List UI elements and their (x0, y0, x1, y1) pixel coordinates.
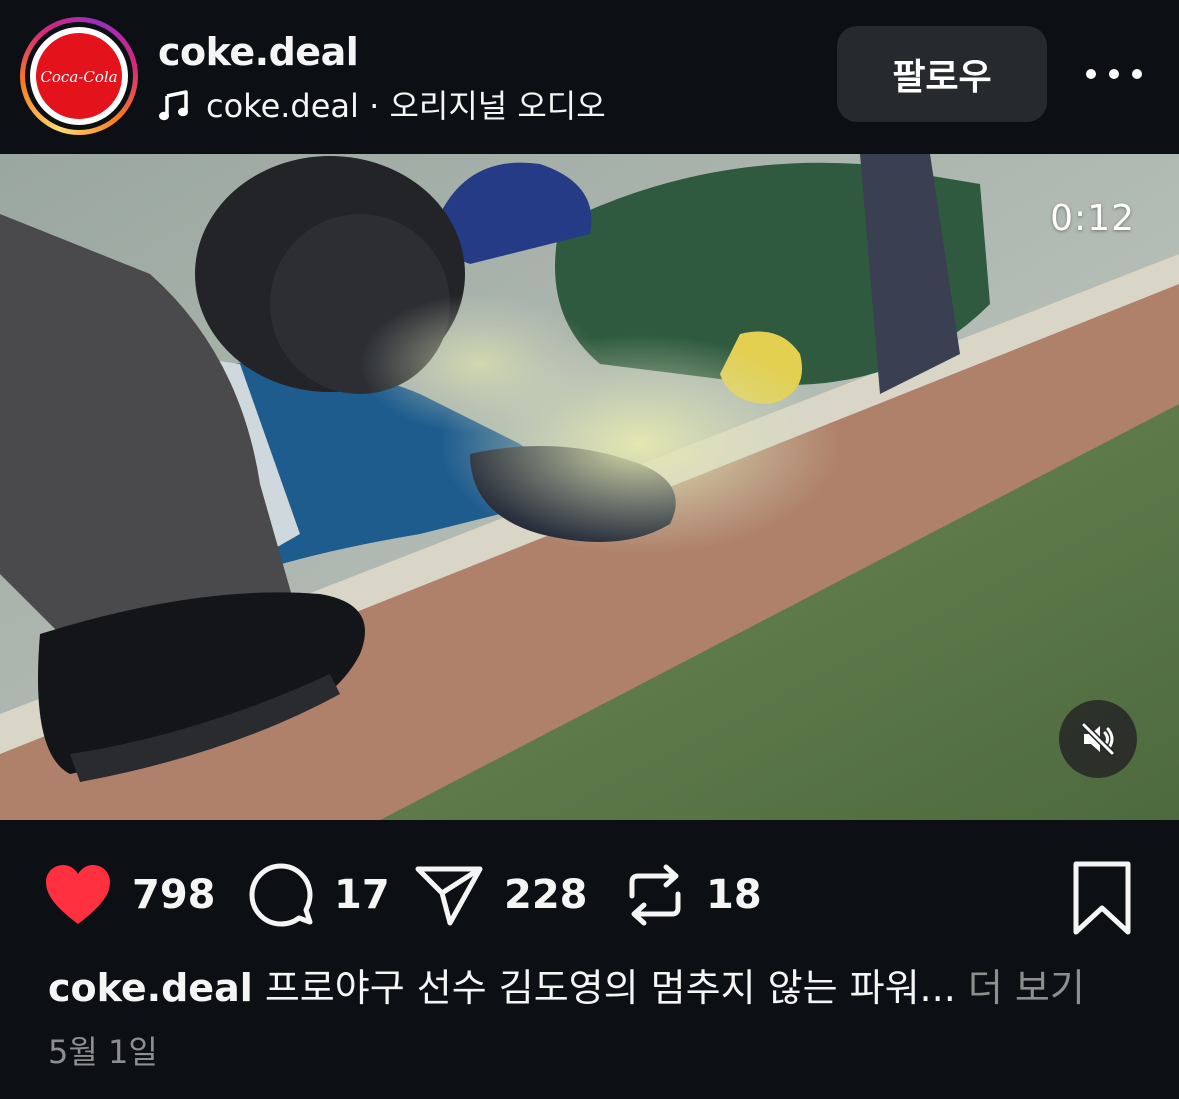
username[interactable]: coke.deal (158, 28, 359, 76)
follow-button[interactable]: 팔로우 (837, 26, 1047, 122)
more-options-icon[interactable] (1080, 50, 1148, 98)
speaker-muted-icon (1081, 722, 1115, 756)
coca-cola-logo: Coca-Cola (36, 33, 122, 119)
music-note-icon (159, 90, 188, 121)
send-icon[interactable] (414, 863, 484, 927)
comment-bubble-icon[interactable] (248, 862, 314, 928)
audio-label: coke.deal · 오리지널 오디오 (206, 87, 606, 125)
audio-link[interactable]: coke.deal · 오리지널 오디오 (158, 84, 606, 128)
caption-username[interactable]: coke.deal (48, 966, 253, 1010)
share-count[interactable]: 228 (504, 872, 588, 918)
caption-text: 프로야구 선수 김도영의 멈추지 않는 파워... (264, 966, 956, 1010)
caption: coke.deal 프로야구 선수 김도영의 멈추지 않는 파워... 더 보기 (48, 962, 1085, 1014)
action-bar: 798 17 228 18 (0, 850, 1179, 940)
comment-count[interactable]: 17 (334, 872, 390, 918)
repost-count[interactable]: 18 (706, 872, 762, 918)
share-action: 228 (414, 850, 588, 940)
bookmark-icon[interactable] (1068, 860, 1136, 936)
video-frame (0, 154, 1179, 820)
more-link[interactable]: 더 보기 (968, 966, 1085, 1010)
video-timer: 0:12 (1050, 198, 1135, 239)
reel-video[interactable]: 0:12 (0, 154, 1179, 820)
mute-button[interactable] (1059, 700, 1137, 778)
comment-action: 17 (248, 850, 390, 940)
like-action: 798 (44, 850, 216, 940)
post-header: Coca-Cola coke.deal coke.deal · 오리지널 오디오… (0, 0, 1179, 154)
repost-icon[interactable] (624, 862, 686, 928)
repost-action: 18 (624, 850, 762, 940)
avatar[interactable]: Coca-Cola (20, 17, 138, 135)
like-count[interactable]: 798 (132, 872, 216, 918)
post-date: 5월 1일 (48, 1033, 158, 1071)
heart-filled-icon[interactable] (44, 864, 112, 926)
svg-text:Coca-Cola: Coca-Cola (41, 68, 117, 86)
